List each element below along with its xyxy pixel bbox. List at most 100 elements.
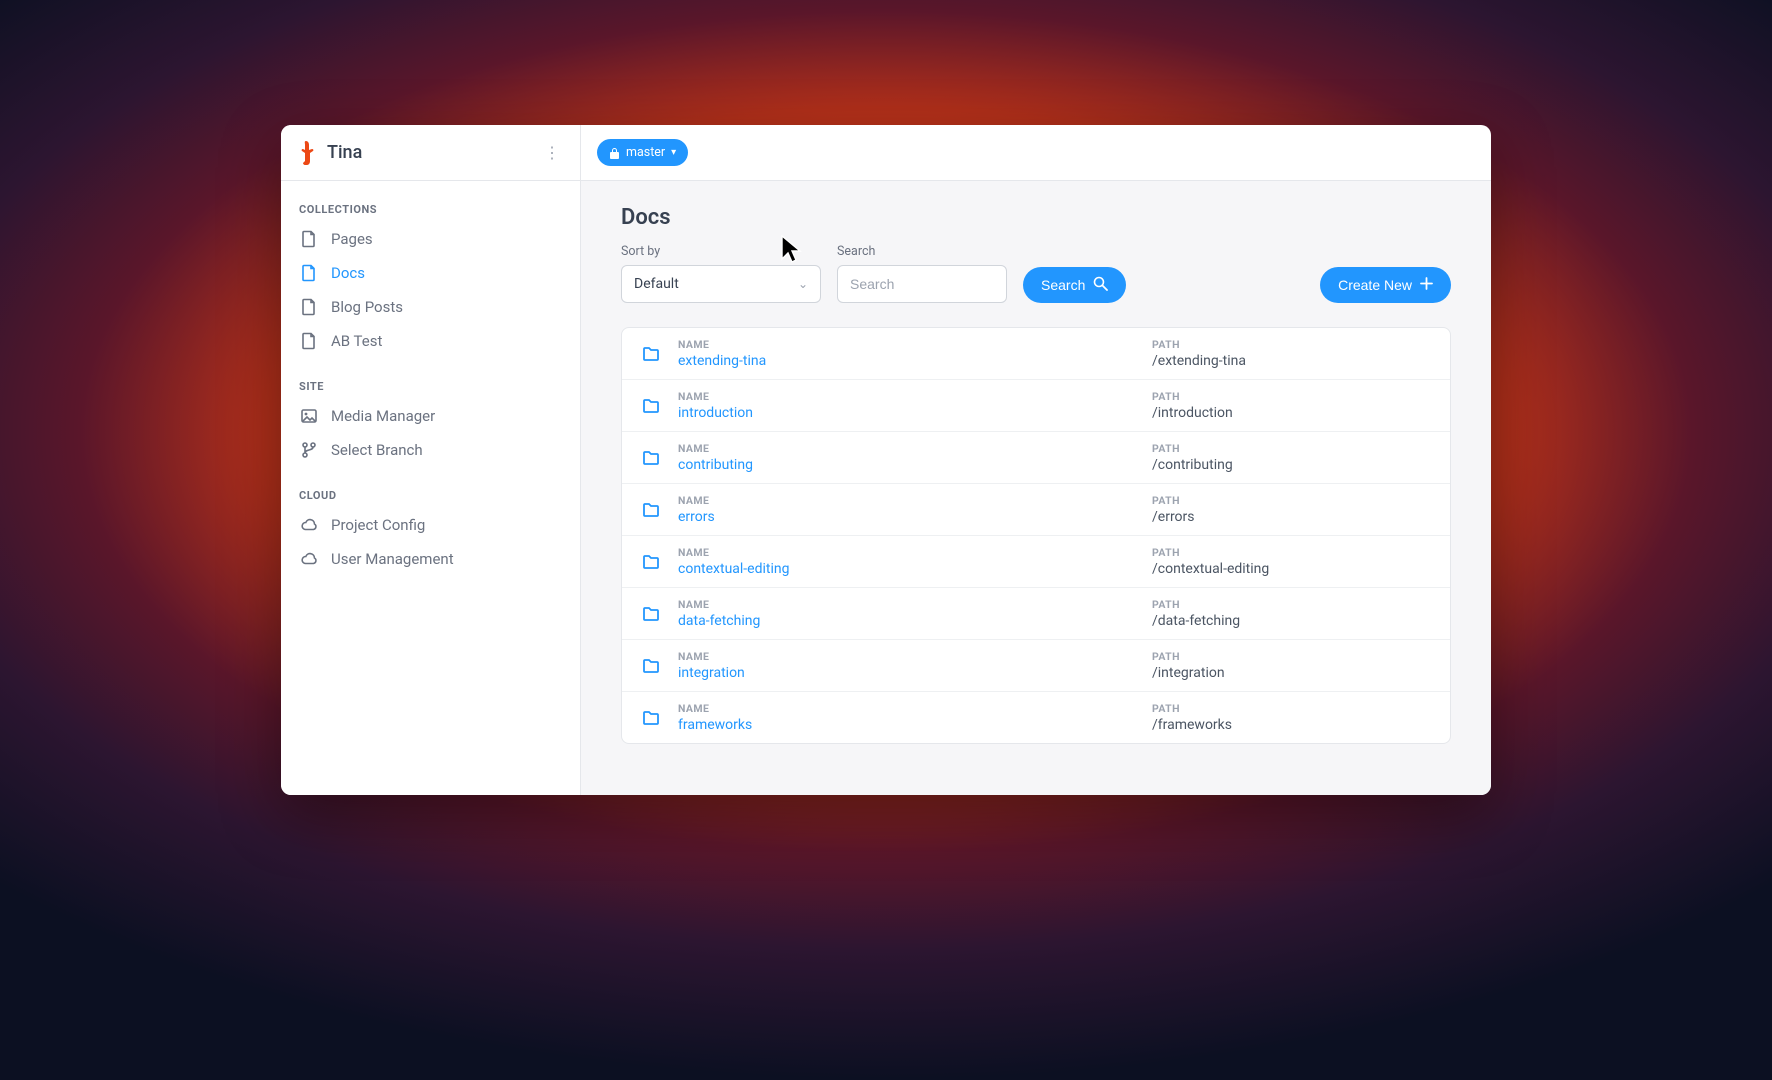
table-row[interactable]: NAME contributingPATH/contributing: [622, 432, 1450, 484]
page-icon: [299, 331, 319, 351]
folder-icon: [640, 551, 662, 573]
row-name: contextual-editing: [678, 561, 1152, 577]
search-input[interactable]: [837, 265, 1007, 303]
table-row[interactable]: NAME extending-tinaPATH/extending-tina: [622, 328, 1450, 380]
sidebar-item-label: Project Config: [331, 516, 425, 534]
row-path: /contributing: [1152, 457, 1432, 473]
sidebar-item-user-management[interactable]: User Management: [289, 542, 572, 576]
folder-icon: [640, 499, 662, 521]
sidebar-item-media-manager[interactable]: Media Manager: [289, 399, 572, 433]
column-label-path: PATH: [1152, 442, 1432, 455]
row-path: /contextual-editing: [1152, 561, 1432, 577]
content: Docs Sort by Default ⌄ Search Se: [581, 181, 1491, 795]
table-row[interactable]: NAME data-fetchingPATH/data-fetching: [622, 588, 1450, 640]
search-label: Search: [837, 244, 1007, 259]
branch-selector[interactable]: master ▾: [597, 139, 688, 166]
table-row[interactable]: NAME introductionPATH/introduction: [622, 380, 1450, 432]
column-label-name: NAME: [678, 546, 1152, 559]
folder-icon: [640, 447, 662, 469]
column-label-name: NAME: [678, 702, 1152, 715]
row-name: data-fetching: [678, 613, 1152, 629]
cloud-icon: [299, 549, 319, 569]
column-label-path: PATH: [1152, 598, 1432, 611]
row-path: /extending-tina: [1152, 353, 1432, 369]
column-label-path: PATH: [1152, 702, 1432, 715]
sidebar-item-pages[interactable]: Pages: [289, 222, 572, 256]
app-window: Tina ⋮ COLLECTIONSPagesDocsBlog PostsAB …: [281, 125, 1491, 795]
sidebar-item-label: Blog Posts: [331, 298, 403, 316]
row-name: integration: [678, 665, 1152, 681]
column-label-name: NAME: [678, 650, 1152, 663]
main-area: master ▾ Docs Sort by Default ⌄ Searc: [581, 125, 1491, 795]
app-title: Tina: [327, 142, 530, 163]
column-label-path: PATH: [1152, 338, 1432, 351]
folder-icon: [640, 655, 662, 677]
column-label-name: NAME: [678, 494, 1152, 507]
section-label: CLOUD: [289, 481, 572, 508]
topbar: master ▾: [581, 125, 1491, 181]
lock-icon: [609, 147, 620, 159]
row-path: /errors: [1152, 509, 1432, 525]
folder-icon: [640, 395, 662, 417]
controls-row: Sort by Default ⌄ Search Search: [621, 244, 1451, 303]
row-name: extending-tina: [678, 353, 1152, 369]
sort-by-label: Sort by: [621, 244, 821, 259]
row-name: introduction: [678, 405, 1152, 421]
column-label-name: NAME: [678, 598, 1152, 611]
page-icon: [299, 263, 319, 283]
sidebar-nav: COLLECTIONSPagesDocsBlog PostsAB TestSIT…: [281, 181, 580, 576]
table-row[interactable]: NAME integrationPATH/integration: [622, 640, 1450, 692]
media-icon: [299, 406, 319, 426]
row-path: /frameworks: [1152, 717, 1432, 733]
search-button[interactable]: Search: [1023, 267, 1126, 303]
column-label-path: PATH: [1152, 390, 1432, 403]
column-label-path: PATH: [1152, 494, 1432, 507]
column-label-name: NAME: [678, 390, 1152, 403]
sidebar-item-blog-posts[interactable]: Blog Posts: [289, 290, 572, 324]
sidebar-item-label: Docs: [331, 264, 365, 282]
column-label-name: NAME: [678, 338, 1152, 351]
logo-icon: [297, 141, 317, 165]
page-icon: [299, 297, 319, 317]
section-label: SITE: [289, 372, 572, 399]
plus-icon: [1420, 277, 1433, 293]
row-name: frameworks: [678, 717, 1152, 733]
sidebar-header: Tina ⋮: [281, 125, 580, 181]
row-path: /introduction: [1152, 405, 1432, 421]
chevron-down-icon: ▾: [671, 147, 676, 158]
row-name: errors: [678, 509, 1152, 525]
branch-name: master: [626, 145, 665, 160]
row-path: /integration: [1152, 665, 1432, 681]
search-icon: [1093, 276, 1108, 294]
sidebar: Tina ⋮ COLLECTIONSPagesDocsBlog PostsAB …: [281, 125, 581, 795]
row-path: /data-fetching: [1152, 613, 1432, 629]
sidebar-item-label: User Management: [331, 550, 454, 568]
row-name: contributing: [678, 457, 1152, 473]
page-icon: [299, 229, 319, 249]
create-new-label: Create New: [1338, 277, 1412, 293]
column-label-path: PATH: [1152, 546, 1432, 559]
chevron-down-icon: ⌄: [798, 277, 808, 291]
folder-table: NAMEextending-tinaPATH/extending-tinaNAM…: [621, 327, 1451, 744]
sort-by-select[interactable]: Default ⌄: [621, 265, 821, 303]
sidebar-item-docs[interactable]: Docs: [289, 256, 572, 290]
branch-icon: [299, 440, 319, 460]
search-button-label: Search: [1041, 277, 1085, 293]
table-row[interactable]: NAME frameworksPATH/frameworks: [622, 692, 1450, 743]
page-title: Docs: [621, 205, 1451, 230]
sidebar-item-label: Media Manager: [331, 407, 435, 425]
sidebar-item-project-config[interactable]: Project Config: [289, 508, 572, 542]
sidebar-item-label: AB Test: [331, 332, 382, 350]
sidebar-item-select-branch[interactable]: Select Branch: [289, 433, 572, 467]
column-label-name: NAME: [678, 442, 1152, 455]
create-new-button[interactable]: Create New: [1320, 267, 1451, 303]
folder-icon: [640, 603, 662, 625]
sidebar-item-label: Select Branch: [331, 441, 423, 459]
folder-icon: [640, 707, 662, 729]
table-row[interactable]: NAME contextual-editingPATH/contextual-ed…: [622, 536, 1450, 588]
more-menu-button[interactable]: ⋮: [540, 141, 564, 165]
sort-by-value: Default: [634, 276, 679, 292]
column-label-path: PATH: [1152, 650, 1432, 663]
table-row[interactable]: NAME errorsPATH/errors: [622, 484, 1450, 536]
sidebar-item-ab-test[interactable]: AB Test: [289, 324, 572, 358]
